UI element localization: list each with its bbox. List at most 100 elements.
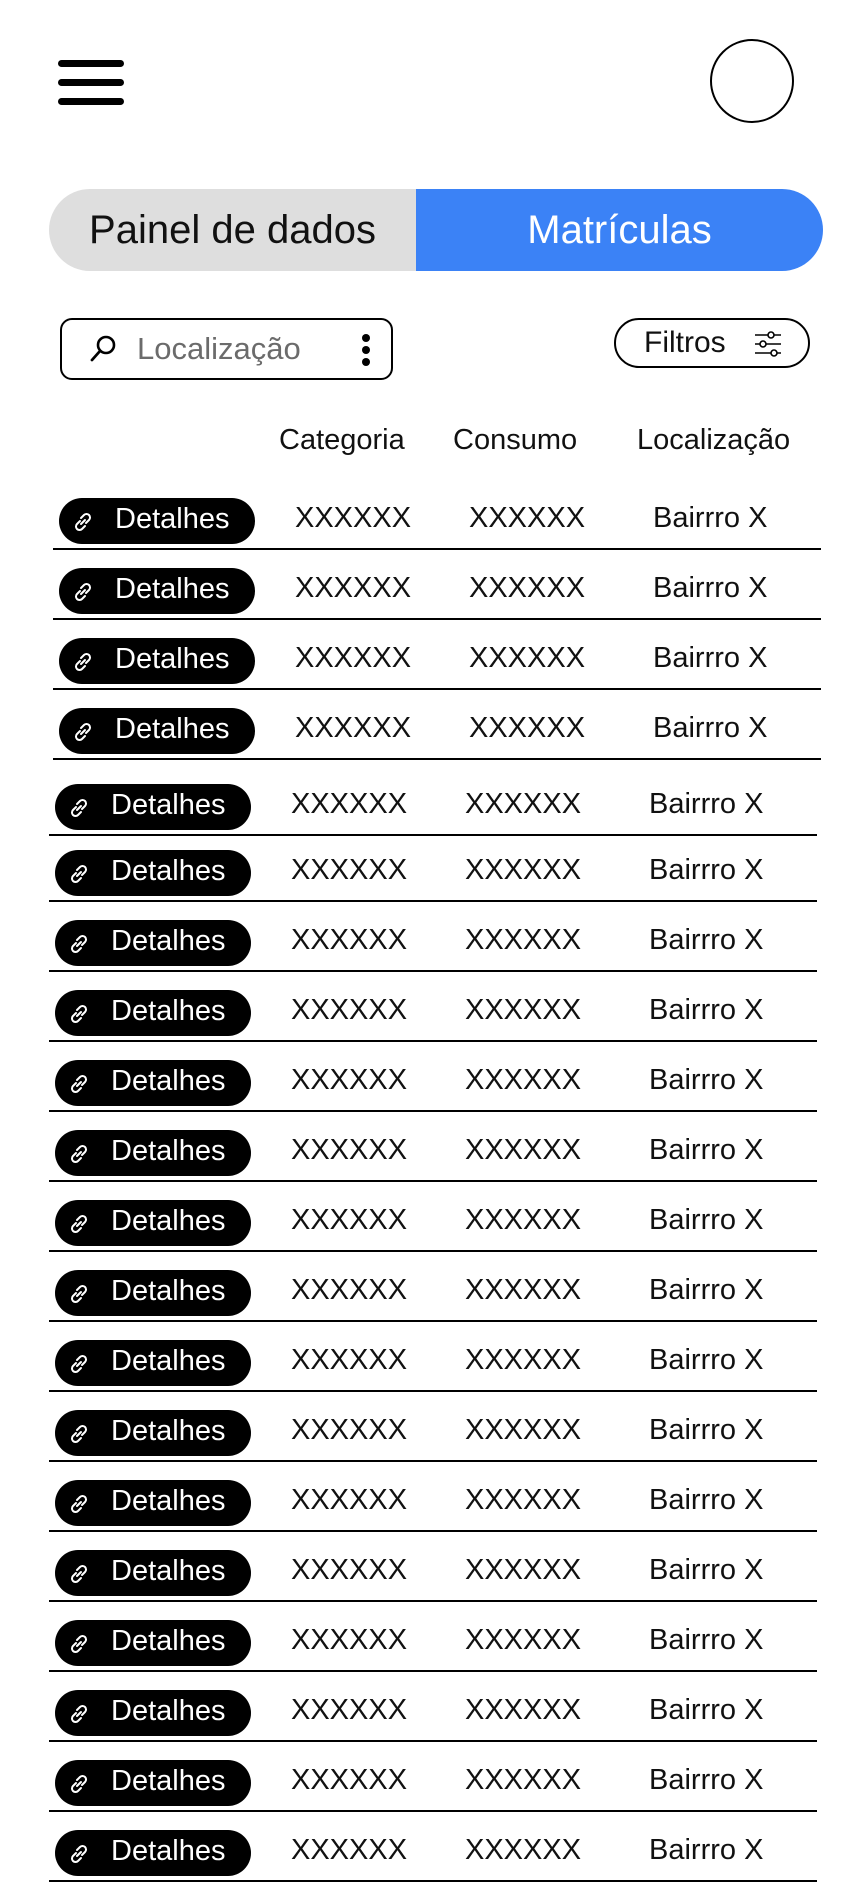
row-divider	[49, 970, 817, 972]
cell-localizacao: Bairrro X	[649, 1484, 764, 1516]
cell-categoria: XXXXXX	[291, 1204, 408, 1236]
details-button[interactable]: Detalhes	[55, 1200, 251, 1246]
tab-bar: Painel de dados Matrículas	[49, 189, 823, 271]
cell-categoria: XXXXXX	[291, 1344, 408, 1376]
details-button[interactable]: Detalhes	[59, 498, 255, 544]
details-button[interactable]: Detalhes	[55, 1760, 251, 1806]
cell-consumo: XXXXXX	[465, 1414, 582, 1446]
table-row: Detalhes XXXXXX XXXXXX Bairrro X	[0, 1402, 860, 1472]
details-button[interactable]: Detalhes	[59, 638, 255, 684]
link-icon	[70, 1564, 88, 1584]
cell-consumo: XXXXXX	[465, 924, 582, 956]
cell-consumo: XXXXXX	[465, 788, 582, 820]
avatar[interactable]	[710, 39, 794, 123]
cell-categoria: XXXXXX	[291, 854, 408, 886]
details-button[interactable]: Detalhes	[55, 1410, 251, 1456]
table-row: Detalhes XXXXXX XXXXXX Bairrro X	[0, 1682, 860, 1752]
cell-localizacao: Bairrro X	[649, 994, 764, 1026]
kebab-dot	[362, 358, 370, 366]
table-row: Detalhes XXXXXX XXXXXX Bairrro X	[0, 1052, 860, 1122]
search-box	[60, 318, 393, 380]
hamburger-menu-icon[interactable]	[58, 60, 124, 106]
cell-categoria: XXXXXX	[291, 1764, 408, 1796]
cell-localizacao: Bairrro X	[649, 1274, 764, 1306]
link-icon	[70, 1774, 88, 1794]
details-button[interactable]: Detalhes	[55, 850, 251, 896]
cell-consumo: XXXXXX	[469, 572, 586, 604]
details-button[interactable]: Detalhes	[59, 568, 255, 614]
cell-localizacao: Bairrro X	[653, 712, 768, 744]
tab-matriculas[interactable]: Matrículas	[416, 189, 823, 271]
row-divider	[49, 1670, 817, 1672]
details-button-label: Detalhes	[111, 1555, 226, 1587]
cell-consumo: XXXXXX	[465, 1484, 582, 1516]
table-row: Detalhes XXXXXX XXXXXX Bairrro X	[0, 1472, 860, 1542]
table-row: Detalhes XXXXXX XXXXXX Bairrro X	[0, 1752, 860, 1822]
link-icon	[70, 1844, 88, 1864]
column-header-categoria: Categoria	[279, 424, 405, 456]
details-button[interactable]: Detalhes	[59, 708, 255, 754]
link-icon	[70, 1004, 88, 1024]
search-icon	[90, 335, 116, 362]
tab-painel-de-dados[interactable]: Painel de dados	[49, 189, 416, 271]
cell-localizacao: Bairrro X	[649, 1414, 764, 1446]
row-divider	[49, 1040, 817, 1042]
table-row: Detalhes XXXXXX XXXXXX Bairrro X	[0, 630, 860, 700]
details-button[interactable]: Detalhes	[55, 1830, 251, 1876]
cell-consumo: XXXXXX	[465, 1624, 582, 1656]
row-divider	[49, 1530, 817, 1532]
table-row: Detalhes XXXXXX XXXXXX Bairrro X	[0, 1332, 860, 1402]
cell-consumo: XXXXXX	[465, 1694, 582, 1726]
details-button[interactable]: Detalhes	[55, 1270, 251, 1316]
more-options-icon[interactable]	[357, 332, 375, 368]
row-divider	[49, 1460, 817, 1462]
row-divider	[49, 1320, 817, 1322]
link-icon	[74, 652, 92, 672]
row-divider	[49, 1810, 817, 1812]
cell-categoria: XXXXXX	[291, 788, 408, 820]
cell-categoria: XXXXXX	[291, 1414, 408, 1446]
cell-categoria: XXXXXX	[291, 1274, 408, 1306]
cell-localizacao: Bairrro X	[653, 642, 768, 674]
cell-consumo: XXXXXX	[469, 712, 586, 744]
details-button-label: Detalhes	[111, 1485, 226, 1517]
cell-categoria: XXXXXX	[295, 712, 412, 744]
details-button[interactable]: Detalhes	[55, 1550, 251, 1596]
details-button-label: Detalhes	[111, 1065, 226, 1097]
details-button[interactable]: Detalhes	[55, 1480, 251, 1526]
cell-categoria: XXXXXX	[295, 572, 412, 604]
cell-localizacao: Bairrro X	[649, 1064, 764, 1096]
details-button[interactable]: Detalhes	[55, 1620, 251, 1666]
link-icon	[70, 1074, 88, 1094]
row-divider	[49, 1600, 817, 1602]
details-button[interactable]: Detalhes	[55, 1130, 251, 1176]
cell-consumo: XXXXXX	[465, 1554, 582, 1586]
table-row: Detalhes XXXXXX XXXXXX Bairrro X	[0, 1192, 860, 1262]
filters-label: Filtros	[644, 326, 726, 359]
details-button[interactable]: Detalhes	[55, 784, 251, 830]
table-row: Detalhes XXXXXX XXXXXX Bairrro X	[0, 1612, 860, 1682]
details-button[interactable]: Detalhes	[55, 1690, 251, 1736]
row-divider	[49, 1180, 817, 1182]
search-input[interactable]	[137, 328, 337, 370]
cell-consumo: XXXXXX	[469, 502, 586, 534]
details-button-label: Detalhes	[115, 573, 230, 605]
filters-button[interactable]: Filtros	[614, 318, 810, 368]
details-button-label: Detalhes	[111, 925, 226, 957]
row-divider	[49, 1390, 817, 1392]
link-icon	[70, 798, 88, 818]
link-icon	[70, 1634, 88, 1654]
cell-localizacao: Bairrro X	[649, 854, 764, 886]
details-button[interactable]: Detalhes	[55, 1340, 251, 1386]
cell-localizacao: Bairrro X	[649, 1134, 764, 1166]
details-button[interactable]: Detalhes	[55, 990, 251, 1036]
details-button-label: Detalhes	[111, 855, 226, 887]
details-button[interactable]: Detalhes	[55, 1060, 251, 1106]
cell-consumo: XXXXXX	[465, 1064, 582, 1096]
table-row: Detalhes XXXXXX XXXXXX Bairrro X	[0, 982, 860, 1052]
details-button[interactable]: Detalhes	[55, 920, 251, 966]
details-button-label: Detalhes	[111, 1135, 226, 1167]
cell-consumo: XXXXXX	[465, 1204, 582, 1236]
table-row: Detalhes XXXXXX XXXXXX Bairrro X	[0, 1122, 860, 1192]
cell-categoria: XXXXXX	[291, 1834, 408, 1866]
